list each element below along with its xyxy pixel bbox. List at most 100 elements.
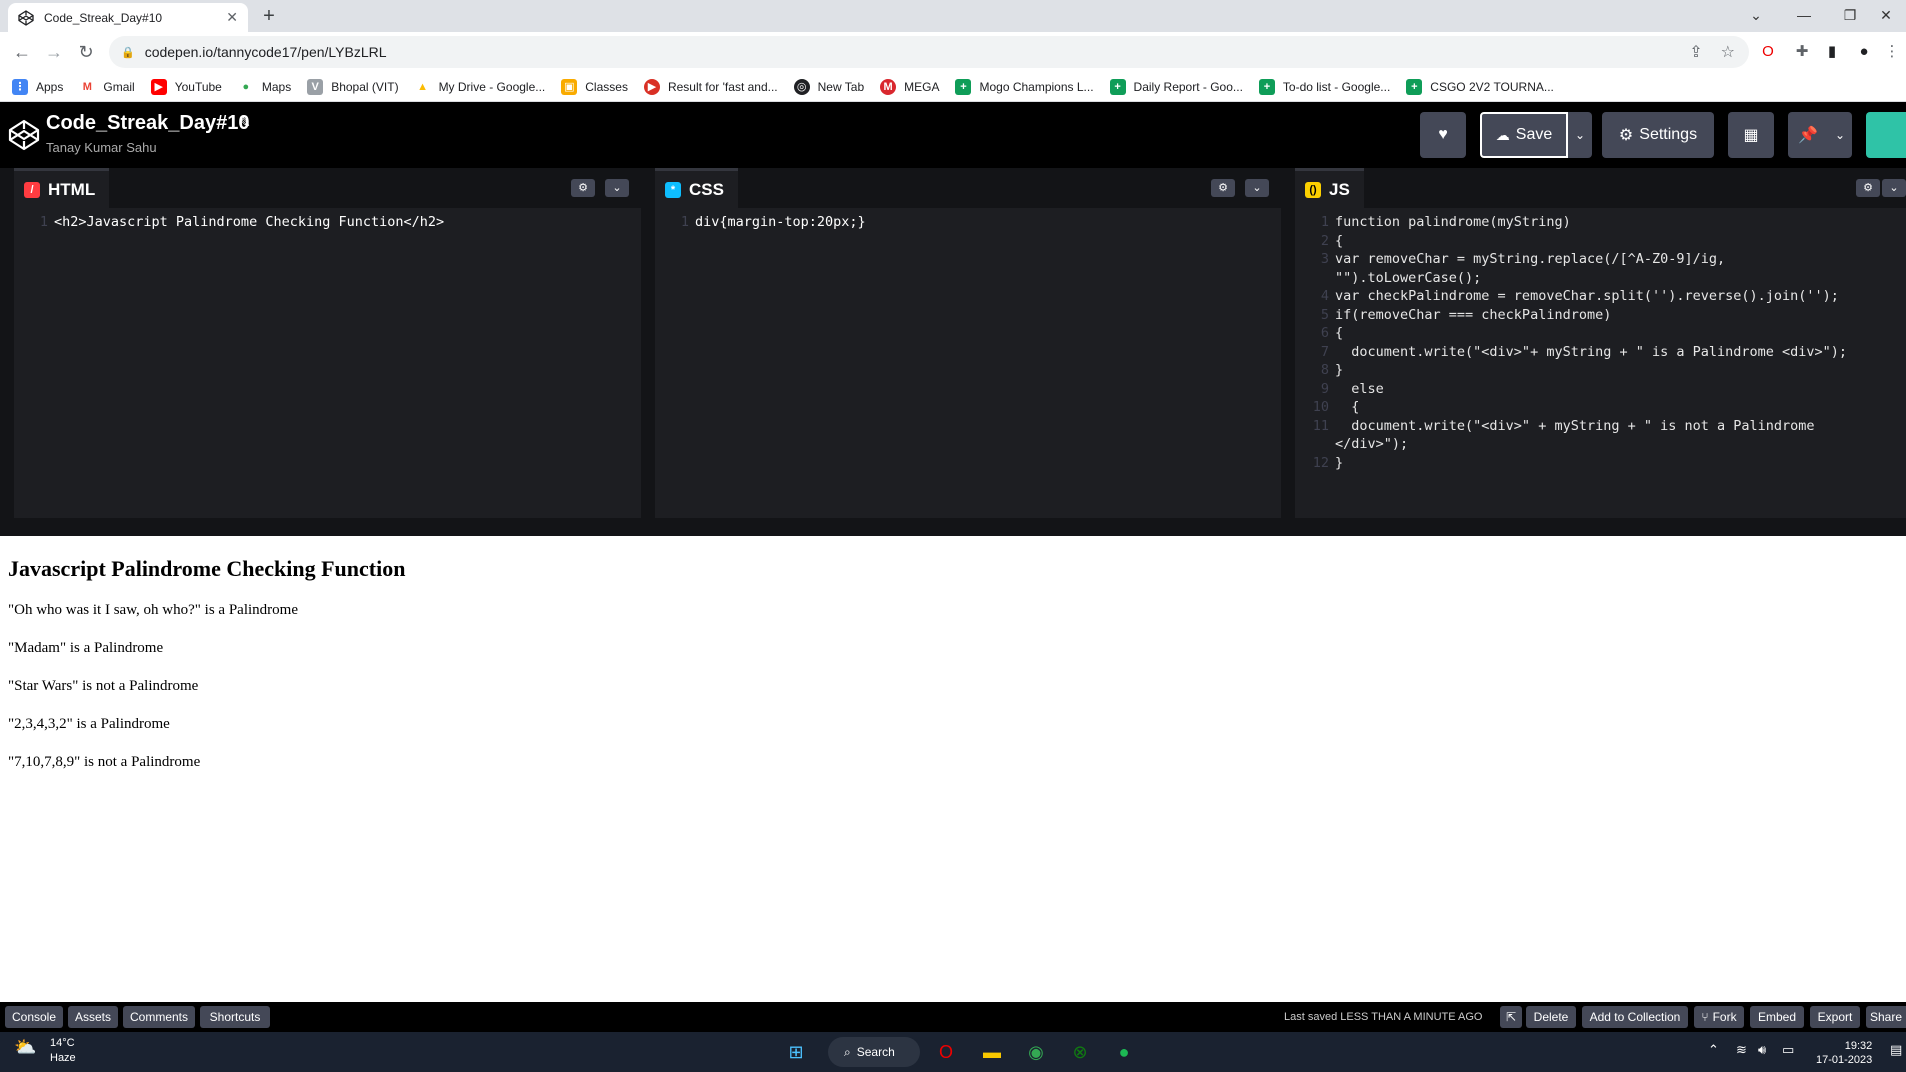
html-collapse-button[interactable]: ⌄ bbox=[605, 179, 629, 197]
bookmark-maps[interactable]: ● Maps bbox=[237, 78, 291, 95]
editor-resizer[interactable] bbox=[1281, 168, 1295, 526]
html-lang-icon: / bbox=[24, 181, 40, 198]
browser-toolbar: ← → ↻ 🔒 codepen.io/tannycode17/pen/LYBzL… bbox=[0, 32, 1906, 72]
reload-button[interactable]: ↻ bbox=[74, 40, 98, 64]
vit-logo-icon: V bbox=[307, 78, 324, 95]
result-preview: Javascript Palindrome Checking Function … bbox=[0, 536, 1906, 1002]
bookmark-result[interactable]: ▶ Result for 'fast and... bbox=[643, 78, 778, 95]
pin-button[interactable]: 📌 bbox=[1788, 112, 1828, 158]
address-bar[interactable]: 🔒 codepen.io/tannycode17/pen/LYBzLRL ⇪ ☆ bbox=[109, 36, 1749, 68]
bookmark-my-drive[interactable]: ▲ My Drive - Google... bbox=[414, 78, 545, 95]
bookmark-youtube[interactable]: ▶ YouTube bbox=[150, 78, 222, 95]
google-sheets-icon: + bbox=[1258, 78, 1275, 95]
pin-icon: 📌 bbox=[1798, 127, 1818, 144]
add-to-collection-button[interactable]: Add to Collection bbox=[1582, 1006, 1688, 1028]
windows-start-icon[interactable]: ⊞ bbox=[782, 1038, 810, 1066]
tray-overflow-chevron-icon[interactable]: ⌃ bbox=[1708, 1042, 1719, 1058]
maps-pin-icon: ● bbox=[237, 78, 254, 95]
css-settings-button[interactable]: ⚙ bbox=[1211, 179, 1235, 197]
assets-button[interactable]: Assets bbox=[68, 1006, 118, 1028]
classroom-icon: ▣ bbox=[561, 78, 578, 95]
browser-tab-strip: Code_Streak_Day#10 ✕ + ⌄ — ❐ ✕ bbox=[0, 0, 1906, 32]
bookmark-gmail[interactable]: M Gmail bbox=[79, 78, 135, 95]
editor-resizer[interactable] bbox=[641, 168, 655, 526]
taskbar-search[interactable]: ⌕ Search bbox=[828, 1037, 920, 1067]
shortcuts-button[interactable]: Shortcuts bbox=[200, 1006, 270, 1028]
pen-title[interactable]: Code_Streak_Day#10 bbox=[46, 112, 249, 135]
console-button[interactable]: Console bbox=[5, 1006, 63, 1028]
fork-button[interactable]: ⑂ Fork bbox=[1694, 1006, 1744, 1028]
open-in-new-window-button[interactable]: ⇱ bbox=[1500, 1006, 1522, 1028]
comments-button[interactable]: Comments bbox=[123, 1006, 195, 1028]
system-clock[interactable]: 19:32 17-01-2023 bbox=[1816, 1039, 1872, 1067]
opera-icon[interactable]: O bbox=[932, 1038, 960, 1066]
lock-icon[interactable]: 🔒 bbox=[121, 46, 135, 59]
tab-html[interactable]: / HTML bbox=[14, 168, 110, 208]
close-window-button[interactable]: ✕ bbox=[1866, 0, 1906, 32]
html-code-area[interactable]: 1 <h2>Javascript Palindrome Checking Func… bbox=[14, 208, 641, 518]
export-button[interactable]: Export bbox=[1810, 1006, 1860, 1028]
new-tab-button[interactable]: + bbox=[256, 5, 282, 29]
tab-search-icon[interactable]: ⌄ bbox=[1734, 0, 1778, 32]
love-button[interactable]: ♥ bbox=[1420, 112, 1466, 158]
js-code-area[interactable]: 1 function palindrome(myString) 2{3 var rem… bbox=[1295, 208, 1906, 518]
minimize-button[interactable]: — bbox=[1782, 0, 1826, 32]
bookmark-new-tab[interactable]: ◎ New Tab bbox=[793, 78, 864, 95]
pin-options-dropdown[interactable]: ⌄ bbox=[1828, 112, 1852, 158]
tab-js[interactable]: () JS bbox=[1295, 168, 1364, 208]
bookmark-classes[interactable]: ▣ Classes bbox=[561, 78, 628, 95]
tab-css[interactable]: * CSS bbox=[655, 168, 738, 208]
browser-tab[interactable]: Code_Streak_Day#10 ✕ bbox=[8, 3, 248, 32]
preview-result-line: "Madam" is a Palindrome bbox=[8, 640, 164, 656]
file-explorer-icon[interactable]: ▬ bbox=[978, 1038, 1006, 1066]
change-view-button[interactable]: ▦ bbox=[1728, 112, 1774, 158]
html-code-line-1: <h2>Javascript Palindrome Checking Funct… bbox=[54, 214, 445, 230]
volume-icon[interactable]: 🔊︎ bbox=[1758, 1042, 1766, 1058]
edit-title-pencil-icon[interactable]: ✎ bbox=[239, 114, 251, 131]
opera-extension-icon[interactable]: O bbox=[1758, 42, 1778, 62]
preview-result-line: "2,3,4,3,2" is a Palindrome bbox=[8, 716, 170, 732]
css-collapse-button[interactable]: ⌄ bbox=[1245, 179, 1269, 197]
preview-heading: Javascript Palindrome Checking Function bbox=[8, 556, 406, 581]
css-code-line-1: div{margin-top:20px;} bbox=[695, 214, 866, 230]
heart-icon: ♥ bbox=[1438, 126, 1448, 143]
profile-icon[interactable]: ● bbox=[1854, 42, 1874, 62]
share-button[interactable]: Share bbox=[1866, 1006, 1906, 1028]
bookmark-mega[interactable]: M MEGA bbox=[880, 78, 939, 95]
chrome-icon[interactable]: ◉ bbox=[1022, 1038, 1050, 1066]
js-code-line: 12} bbox=[1312, 454, 1344, 471]
bookmark-mogo-champions[interactable]: + Mogo Champions L... bbox=[955, 78, 1094, 95]
share-page-icon[interactable]: ⇪ bbox=[1689, 42, 1702, 62]
js-collapse-button[interactable]: ⌄ bbox=[1882, 179, 1906, 197]
spotify-icon[interactable]: ● bbox=[1110, 1038, 1138, 1066]
weather-widget[interactable]: ⛅ 14°C Haze bbox=[14, 1036, 76, 1066]
notification-icon[interactable]: ▤ bbox=[1890, 1042, 1902, 1058]
forward-button[interactable]: → bbox=[42, 40, 66, 64]
bookmark-daily-report[interactable]: + Daily Report - Goo... bbox=[1109, 78, 1243, 95]
codepen-logo-icon[interactable] bbox=[8, 119, 40, 151]
css-code-area[interactable]: 1 div{margin-top:20px;} bbox=[655, 208, 1281, 518]
editor-resize-handle[interactable] bbox=[0, 518, 1906, 536]
pen-author[interactable]: Tanay Kumar Sahu bbox=[46, 140, 157, 155]
bookmark-bhopal-vit[interactable]: V Bhopal (VIT) bbox=[307, 78, 399, 95]
save-options-dropdown[interactable]: ⌄ bbox=[1568, 112, 1592, 158]
save-button[interactable]: ☁ Save bbox=[1480, 112, 1568, 158]
delete-button[interactable]: Delete bbox=[1526, 1006, 1576, 1028]
browser-menu-icon[interactable]: ⋮ bbox=[1882, 42, 1902, 62]
battery-icon[interactable]: ▭ bbox=[1782, 1042, 1794, 1058]
xbox-icon[interactable]: ⊗ bbox=[1066, 1038, 1094, 1066]
js-settings-button[interactable]: ⚙ bbox=[1856, 179, 1880, 197]
close-tab-icon[interactable]: ✕ bbox=[226, 9, 238, 26]
bookmark-apps[interactable]: ⋮ Apps bbox=[12, 78, 63, 95]
side-panel-icon[interactable]: ▮ bbox=[1822, 42, 1842, 62]
bookmark-csgo[interactable]: + CSGO 2V2 TOURNA... bbox=[1406, 78, 1554, 95]
extensions-puzzle-icon[interactable]: ✚ bbox=[1792, 42, 1812, 62]
bookmark-star-icon[interactable]: ☆ bbox=[1721, 42, 1735, 62]
settings-button[interactable]: ⚙ Settings bbox=[1602, 112, 1714, 158]
html-settings-button[interactable]: ⚙ bbox=[571, 179, 595, 197]
avatar[interactable] bbox=[1866, 112, 1906, 158]
embed-button[interactable]: Embed bbox=[1750, 1006, 1804, 1028]
back-button[interactable]: ← bbox=[10, 40, 34, 64]
wifi-icon[interactable]: ≋ bbox=[1736, 1042, 1747, 1058]
bookmark-todo-list[interactable]: + To-do list - Google... bbox=[1258, 78, 1390, 95]
